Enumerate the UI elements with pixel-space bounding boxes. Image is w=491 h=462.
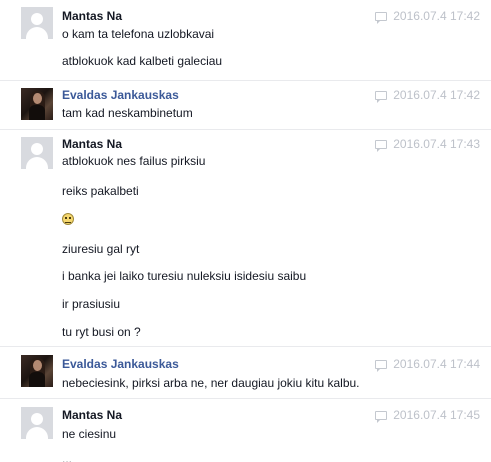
default-avatar-icon[interactable] (21, 407, 53, 439)
message-text: ir prasiusiu (62, 297, 121, 311)
message-text: nebeciesink, pirksi arba ne, ner daugiau… (62, 376, 360, 390)
user-avatar[interactable] (21, 355, 53, 387)
message-text: o kam ta telefona uzlobkavai (62, 27, 215, 41)
message-text: ne ciesinu (62, 427, 117, 441)
sender-name[interactable]: Evaldas Jankauskas (62, 357, 179, 372)
sender-name[interactable]: Mantas Na (62, 408, 122, 423)
message-text-truncated: ... (62, 452, 73, 462)
user-avatar[interactable] (21, 88, 53, 120)
message-text: ziuresiu gal ryt (62, 242, 140, 256)
message-text: reiks pakalbeti (62, 184, 139, 198)
speech-bubble-icon (375, 360, 388, 373)
message-group: Mantas Na 2016.07.4 17:42 o kam ta telef… (0, 0, 491, 80)
speech-bubble-icon (375, 91, 388, 104)
message-text: tu ryt busi on ? (62, 325, 141, 339)
message-emoji (62, 213, 74, 229)
message-text: atblokuok nes failus pirksiu (62, 154, 206, 168)
sender-name[interactable]: Mantas Na (62, 137, 122, 152)
default-avatar-icon[interactable] (21, 7, 53, 39)
speech-bubble-icon (375, 12, 388, 25)
message-text: atblokuok kad kalbeti galeciau (62, 54, 223, 68)
message-text: i banka jei laiko turesiu nuleksiu iside… (62, 269, 307, 283)
message-text: tam kad neskambinetum (62, 106, 193, 120)
message-timestamp: 2016.07.4 17:44 (375, 357, 480, 373)
message-timestamp: 2016.07.4 17:43 (375, 137, 480, 153)
message-timestamp: 2016.07.4 17:45 (375, 408, 480, 424)
message-group: Evaldas Jankauskas 2016.07.4 17:42 tam k… (0, 80, 491, 129)
message-timestamp: 2016.07.4 17:42 (375, 88, 480, 104)
message-group: Mantas Na 2016.07.4 17:43 atblokuok nes … (0, 129, 491, 347)
sender-name[interactable]: Mantas Na (62, 9, 122, 24)
default-avatar-icon[interactable] (21, 137, 53, 169)
message-timestamp: 2016.07.4 17:42 (375, 9, 480, 25)
speech-bubble-icon (375, 140, 388, 153)
message-thread: Mantas Na 2016.07.4 17:42 o kam ta telef… (0, 0, 491, 462)
smiley-face-icon (62, 213, 74, 225)
sender-name[interactable]: Evaldas Jankauskas (62, 88, 179, 103)
speech-bubble-icon (375, 411, 388, 424)
message-group: Evaldas Jankauskas 2016.07.4 17:44 nebec… (0, 346, 491, 399)
